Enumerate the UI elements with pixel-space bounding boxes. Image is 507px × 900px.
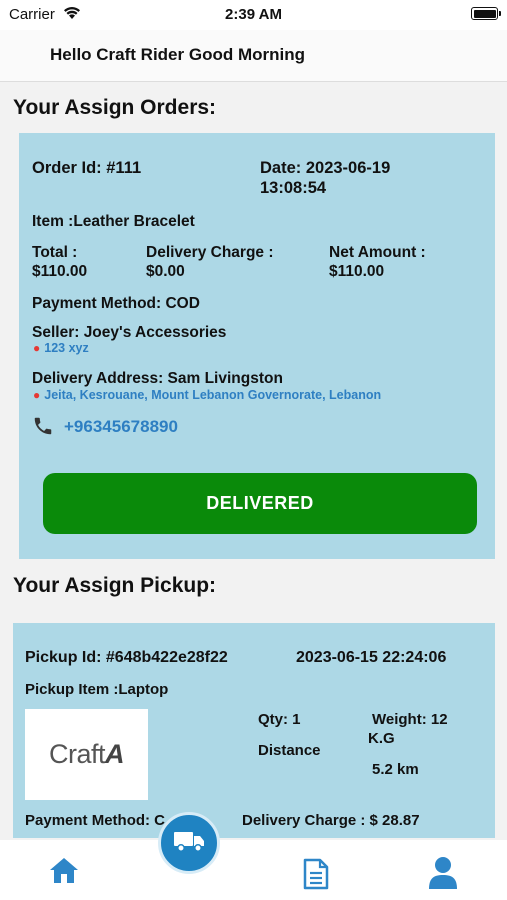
status-bar: Carrier 2:39 AM	[0, 0, 507, 30]
pickup-id: Pickup Id: #648b422e28f22	[25, 649, 228, 666]
battery-icon	[471, 7, 501, 20]
product-image: CraftA	[25, 709, 148, 800]
tab-orders[interactable]	[303, 858, 329, 895]
header: Hello Craft Rider Good Morning	[0, 30, 507, 82]
pickup-weight: Weight: 12	[372, 711, 448, 728]
payment-method: Payment Method: COD	[32, 295, 200, 312]
delivery-charge-value: $0.00	[146, 263, 185, 280]
phone-number-link[interactable]: +96345678890	[64, 417, 178, 437]
delivery-location[interactable]: ● Jeita, Kesrouane, Mount Lebanon Governo…	[33, 388, 381, 402]
pickup-item: Pickup Item :Laptop	[25, 681, 169, 698]
order-item: Item :Leather Bracelet	[32, 213, 195, 230]
seller-name: Seller: Joey's Accessories	[32, 324, 227, 341]
delivery-charge-label: Delivery Charge :	[146, 244, 274, 261]
truck-icon	[173, 829, 205, 858]
bottom-tab-bar	[0, 840, 507, 900]
clock: 2:39 AM	[225, 6, 282, 23]
orders-section-title: Your Assign Orders:	[0, 82, 507, 133]
location-pin-icon: ●	[33, 388, 41, 402]
order-date: Date: 2023-06-19	[260, 159, 391, 177]
phone-icon[interactable]	[32, 415, 54, 442]
document-icon	[303, 858, 329, 894]
pickup-datetime: 2023-06-15 22:24:06	[296, 649, 447, 666]
seller-location: ● 123 xyz	[33, 341, 89, 355]
pickup-delivery-charge: Delivery Charge : $ 28.87	[242, 812, 420, 829]
total-label: Total :	[32, 244, 78, 261]
net-amount-label: Net Amount :	[329, 244, 426, 261]
home-icon	[48, 858, 80, 888]
delivered-button[interactable]: DELIVERED	[43, 473, 477, 534]
greeting-text: Hello Craft Rider Good Morning	[50, 45, 305, 64]
user-icon	[428, 857, 458, 894]
pickup-qty: Qty: 1	[258, 711, 301, 728]
delivery-address: Delivery Address: Sam Livingston	[32, 370, 283, 387]
delivery-location-text: Jeita, Kesrouane, Mount Lebanon Governor…	[44, 388, 382, 402]
craft-logo: CraftA	[48, 739, 125, 769]
order-card[interactable]: Order Id: #111 Date: 2023-06-19 13:08:54…	[19, 133, 495, 559]
pickup-card[interactable]: Pickup Id: #648b422e28f22 2023-06-15 22:…	[13, 623, 495, 838]
seller-address: 123 xyz	[44, 341, 89, 355]
pickup-section-title: Your Assign Pickup:	[0, 559, 507, 623]
tab-home[interactable]	[48, 856, 80, 889]
location-pin-icon: ●	[33, 341, 41, 355]
pickup-weight-unit: K.G	[368, 730, 395, 747]
distance-label: Distance	[258, 742, 321, 759]
order-id: Order Id: #111	[32, 159, 142, 177]
pickup-payment-method: Payment Method: C	[25, 812, 166, 829]
distance-value: 5.2 km	[372, 761, 419, 778]
net-amount-value: $110.00	[329, 263, 385, 280]
order-time: 13:08:54	[260, 179, 327, 197]
tab-pickup-fab[interactable]	[158, 812, 220, 874]
tab-profile[interactable]	[428, 856, 458, 895]
total-value: $110.00	[32, 263, 88, 280]
